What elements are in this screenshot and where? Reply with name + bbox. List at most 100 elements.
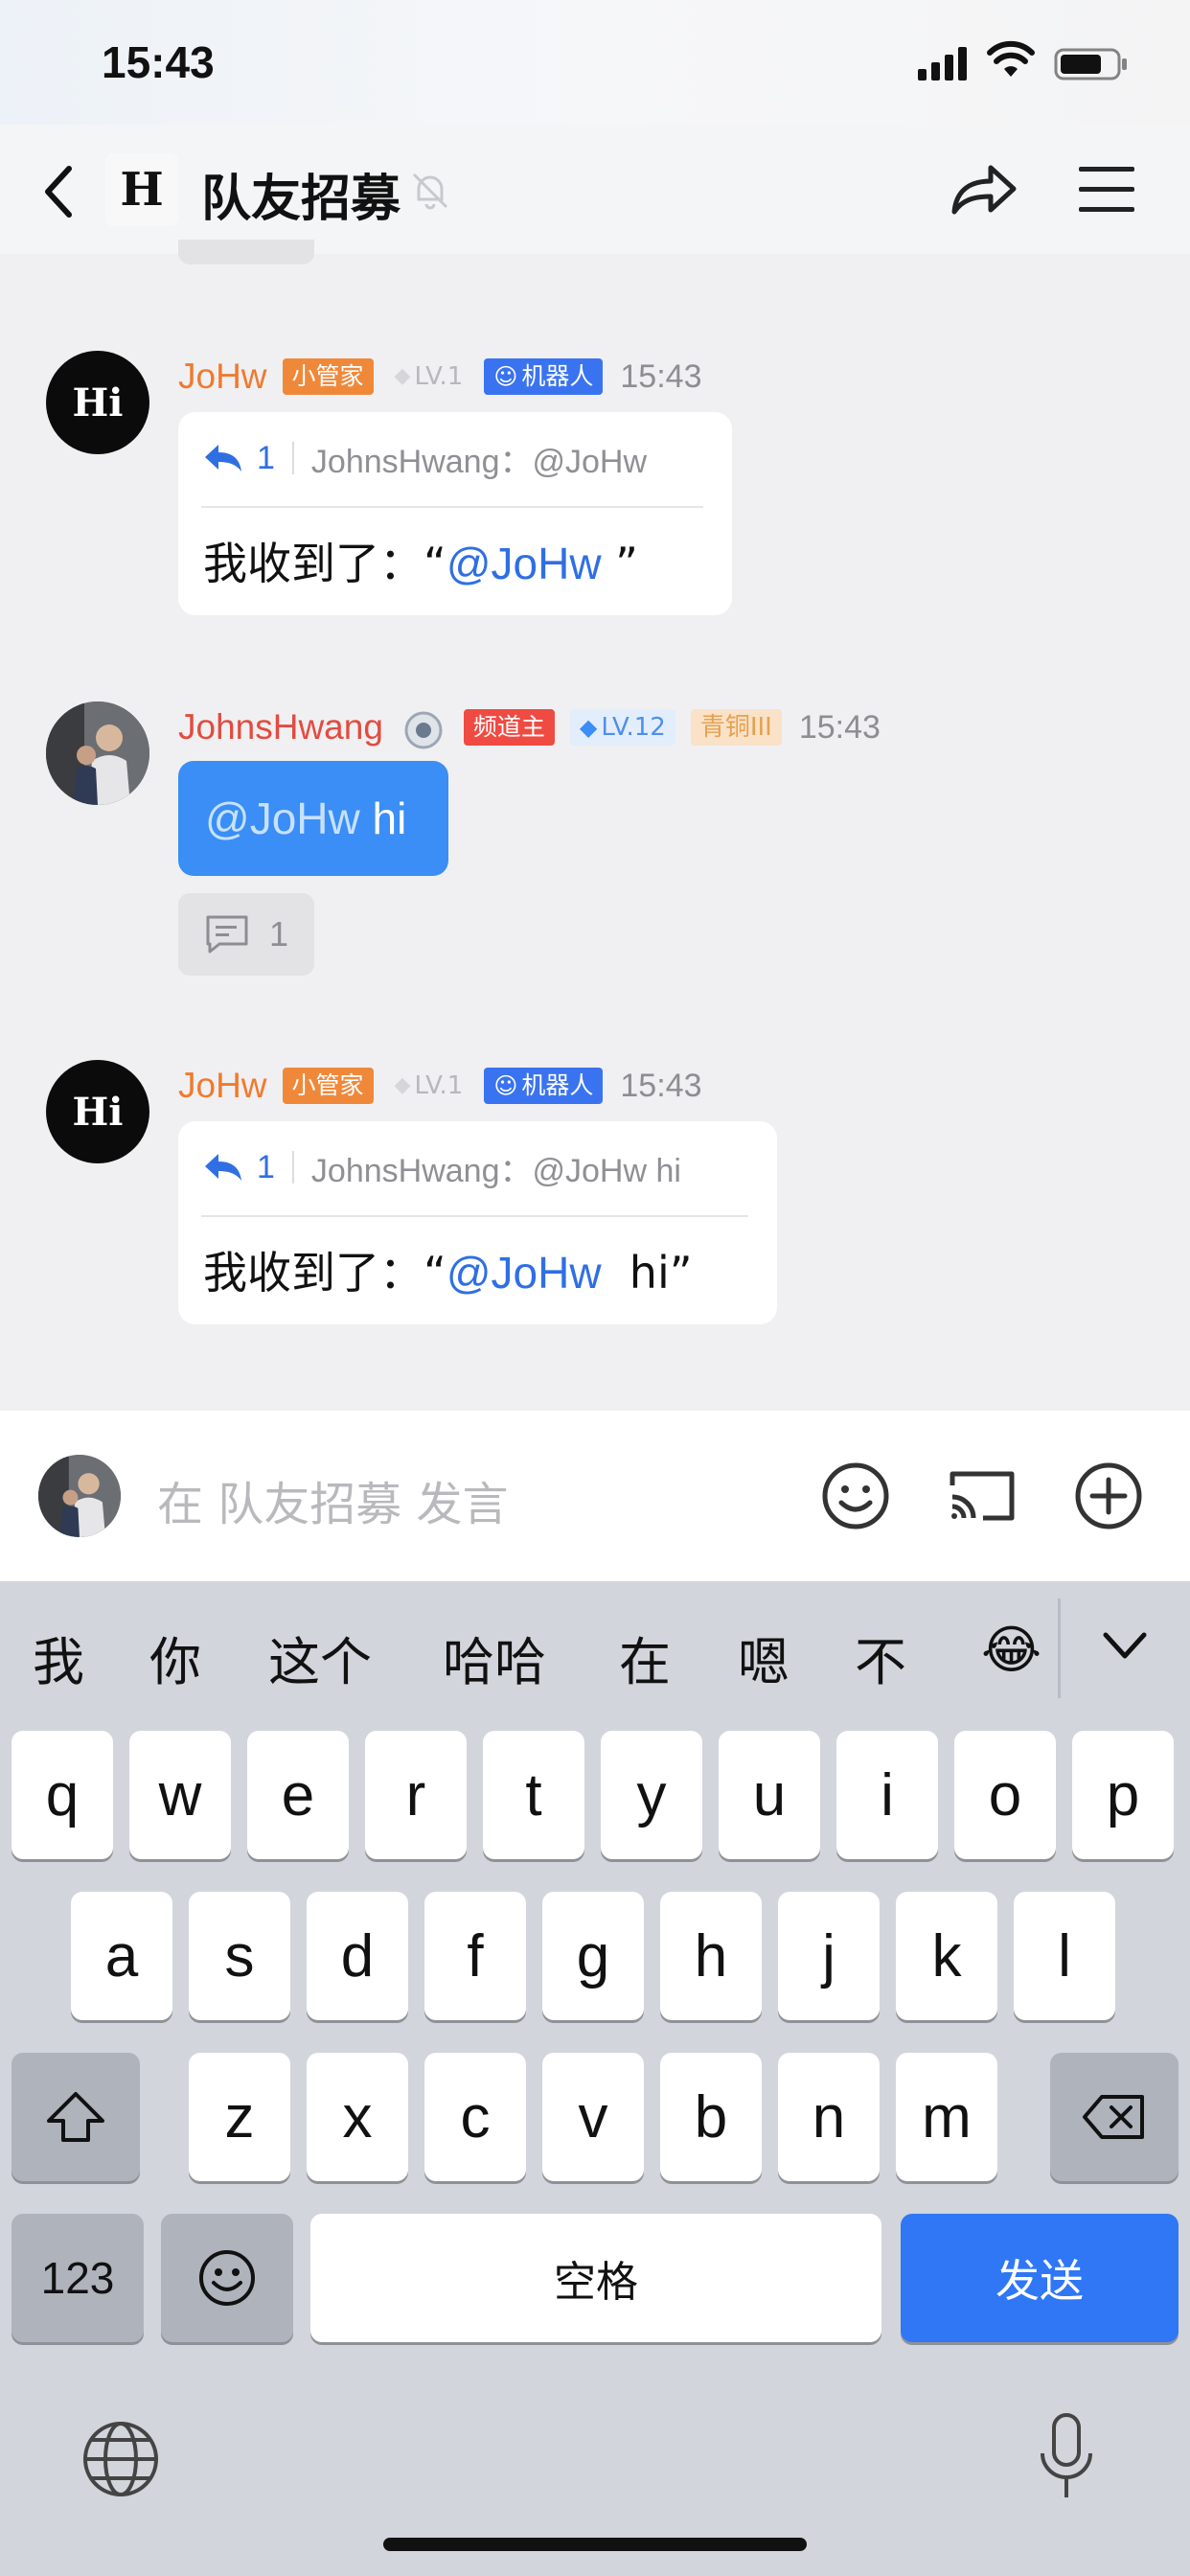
- key-s[interactable]: s: [189, 1892, 290, 2020]
- key-t[interactable]: t: [483, 1731, 584, 1859]
- key-j[interactable]: j: [778, 1892, 880, 2020]
- shift-arrow-icon: [47, 2092, 104, 2142]
- key-n[interactable]: n: [778, 2053, 880, 2181]
- emoji-key[interactable]: [161, 2214, 293, 2342]
- key-x[interactable]: x: [307, 2053, 408, 2181]
- reply-prefix: 我收到了：“: [203, 538, 446, 589]
- key-r[interactable]: r: [365, 1731, 467, 1859]
- suggestion-item[interactable]: 😂: [981, 1620, 1041, 1680]
- key-p[interactable]: p: [1072, 1731, 1174, 1859]
- reply-suffix: ”: [601, 538, 639, 589]
- send-key[interactable]: 发送: [901, 2214, 1179, 2342]
- key-i[interactable]: i: [836, 1731, 938, 1859]
- key-w[interactable]: w: [129, 1731, 231, 1859]
- home-indicator[interactable]: [383, 2538, 807, 2551]
- reply-bubble[interactable]: 1 JohnsHwang：@JoHw 我收到了：“@JoHw ”: [178, 412, 732, 615]
- diamond-icon: ◆: [579, 714, 598, 741]
- key-m[interactable]: m: [896, 2053, 997, 2181]
- message-input[interactable]: 在 队友招募 发言: [157, 1466, 509, 1533]
- user-message-bubble[interactable]: @JoHw hi: [178, 761, 448, 876]
- key-v[interactable]: v: [542, 2053, 644, 2181]
- level-badge: ◆ LV.1: [389, 1068, 469, 1104]
- key-c[interactable]: c: [424, 2053, 526, 2181]
- reply-arrow-icon: [205, 445, 241, 472]
- mention-link[interactable]: @JoHw: [446, 539, 602, 588]
- message-time: 15:43: [620, 357, 702, 395]
- robot-badge-text: 机器人: [521, 1071, 594, 1099]
- quote-separator: [291, 1151, 294, 1184]
- sender-name[interactable]: JoHw: [178, 1066, 267, 1106]
- user-photo-icon: [46, 702, 149, 805]
- microphone-icon[interactable]: [1035, 2411, 1098, 2503]
- suggestion-item[interactable]: 不: [855, 1620, 906, 1695]
- bot-avatar[interactable]: Hi: [46, 351, 149, 454]
- cellular-signal-icon: [918, 47, 967, 80]
- my-avatar[interactable]: [38, 1455, 121, 1537]
- add-plus-icon[interactable]: [1073, 1460, 1144, 1531]
- robot-badge: ☺ 机器人: [484, 1068, 604, 1104]
- key-f[interactable]: f: [424, 1892, 526, 2020]
- user-avatar[interactable]: [46, 702, 149, 805]
- key-a[interactable]: a: [71, 1892, 172, 2020]
- numbers-key[interactable]: 123: [11, 2214, 144, 2342]
- suggestion-bar: 我 你 这个 哈哈 在 嗯 不 😂: [0, 1581, 1190, 1725]
- quote-divider: [201, 506, 703, 508]
- key-h[interactable]: h: [660, 1892, 762, 2020]
- collapse-chevron-icon[interactable]: [1102, 1629, 1148, 1662]
- emoji-icon: [199, 2250, 255, 2306]
- sender-name[interactable]: JoHw: [178, 356, 267, 397]
- mention-link[interactable]: @JoHw: [205, 793, 360, 844]
- reply-text: 我收到了：“@JoHw hi”: [203, 1238, 693, 1301]
- thread-reply-count[interactable]: 1: [178, 893, 314, 976]
- butler-badge: 小管家: [282, 1068, 374, 1104]
- key-b[interactable]: b: [660, 2053, 762, 2181]
- mention-link[interactable]: @JoHw: [446, 1248, 602, 1298]
- rank-badge: 青铜III: [690, 709, 782, 746]
- butler-badge: 小管家: [282, 358, 374, 395]
- quote-text: JohnsHwang：@JoHw hi: [310, 1152, 681, 1189]
- reply-bubble[interactable]: 1 JohnsHwang：@JoHw hi 我收到了：“@JoHw hi”: [178, 1121, 777, 1324]
- message-text: hi: [359, 794, 407, 843]
- key-o[interactable]: o: [954, 1731, 1056, 1859]
- quote-row[interactable]: 1 JohnsHwang：@JoHw hi: [201, 1142, 681, 1192]
- reply-text: 我收到了：“@JoHw ”: [203, 529, 638, 592]
- key-l[interactable]: l: [1014, 1892, 1115, 2020]
- key-u[interactable]: u: [719, 1731, 820, 1859]
- space-key[interactable]: 空格: [310, 2214, 881, 2342]
- comment-icon: [206, 915, 248, 954]
- suggestion-item[interactable]: 嗯: [738, 1620, 790, 1695]
- quote-row[interactable]: 1 JohnsHwang：@JoHw: [201, 433, 647, 483]
- keyboard: 我 你 这个 哈哈 在 嗯 不 😂 q w e r t y u i o p a …: [0, 1581, 1190, 2576]
- avatar-text: Hi: [72, 1089, 124, 1135]
- suggestion-item[interactable]: 哈哈: [443, 1620, 546, 1695]
- channel-title[interactable]: 队友招募: [201, 158, 400, 230]
- thread-count: 1: [268, 914, 289, 954]
- globe-icon[interactable]: [80, 2419, 161, 2499]
- quote-text: JohnsHwang：@JoHw: [310, 443, 648, 480]
- key-e[interactable]: e: [247, 1731, 349, 1859]
- key-q[interactable]: q: [11, 1731, 113, 1859]
- channel-logo-text: H: [120, 163, 164, 217]
- reply-arrow-icon: [205, 1154, 241, 1181]
- suggestion-item[interactable]: 在: [619, 1620, 671, 1695]
- channel-logo[interactable]: H: [105, 153, 178, 226]
- key-z[interactable]: z: [189, 2053, 290, 2181]
- suggestion-item[interactable]: 这个: [268, 1620, 372, 1695]
- key-d[interactable]: d: [307, 1892, 408, 2020]
- sender-name[interactable]: JohnsHwang: [178, 707, 383, 748]
- key-y[interactable]: y: [601, 1731, 702, 1859]
- menu-icon[interactable]: [1075, 163, 1138, 215]
- emoji-icon[interactable]: [820, 1460, 891, 1531]
- suggestion-item[interactable]: 我: [33, 1620, 84, 1695]
- shift-key[interactable]: [11, 2053, 140, 2181]
- key-k[interactable]: k: [896, 1892, 997, 2020]
- channel-header: H 队友招募: [0, 125, 1190, 254]
- back-arrow-icon[interactable]: [36, 163, 84, 220]
- cast-screen-icon[interactable]: [947, 1460, 1018, 1531]
- share-icon[interactable]: [949, 158, 1019, 219]
- bot-avatar[interactable]: Hi: [46, 1060, 149, 1163]
- robot-badge: ☺ 机器人: [484, 358, 604, 395]
- suggestion-item[interactable]: 你: [149, 1620, 201, 1695]
- delete-key[interactable]: [1050, 2053, 1179, 2181]
- key-g[interactable]: g: [542, 1892, 644, 2020]
